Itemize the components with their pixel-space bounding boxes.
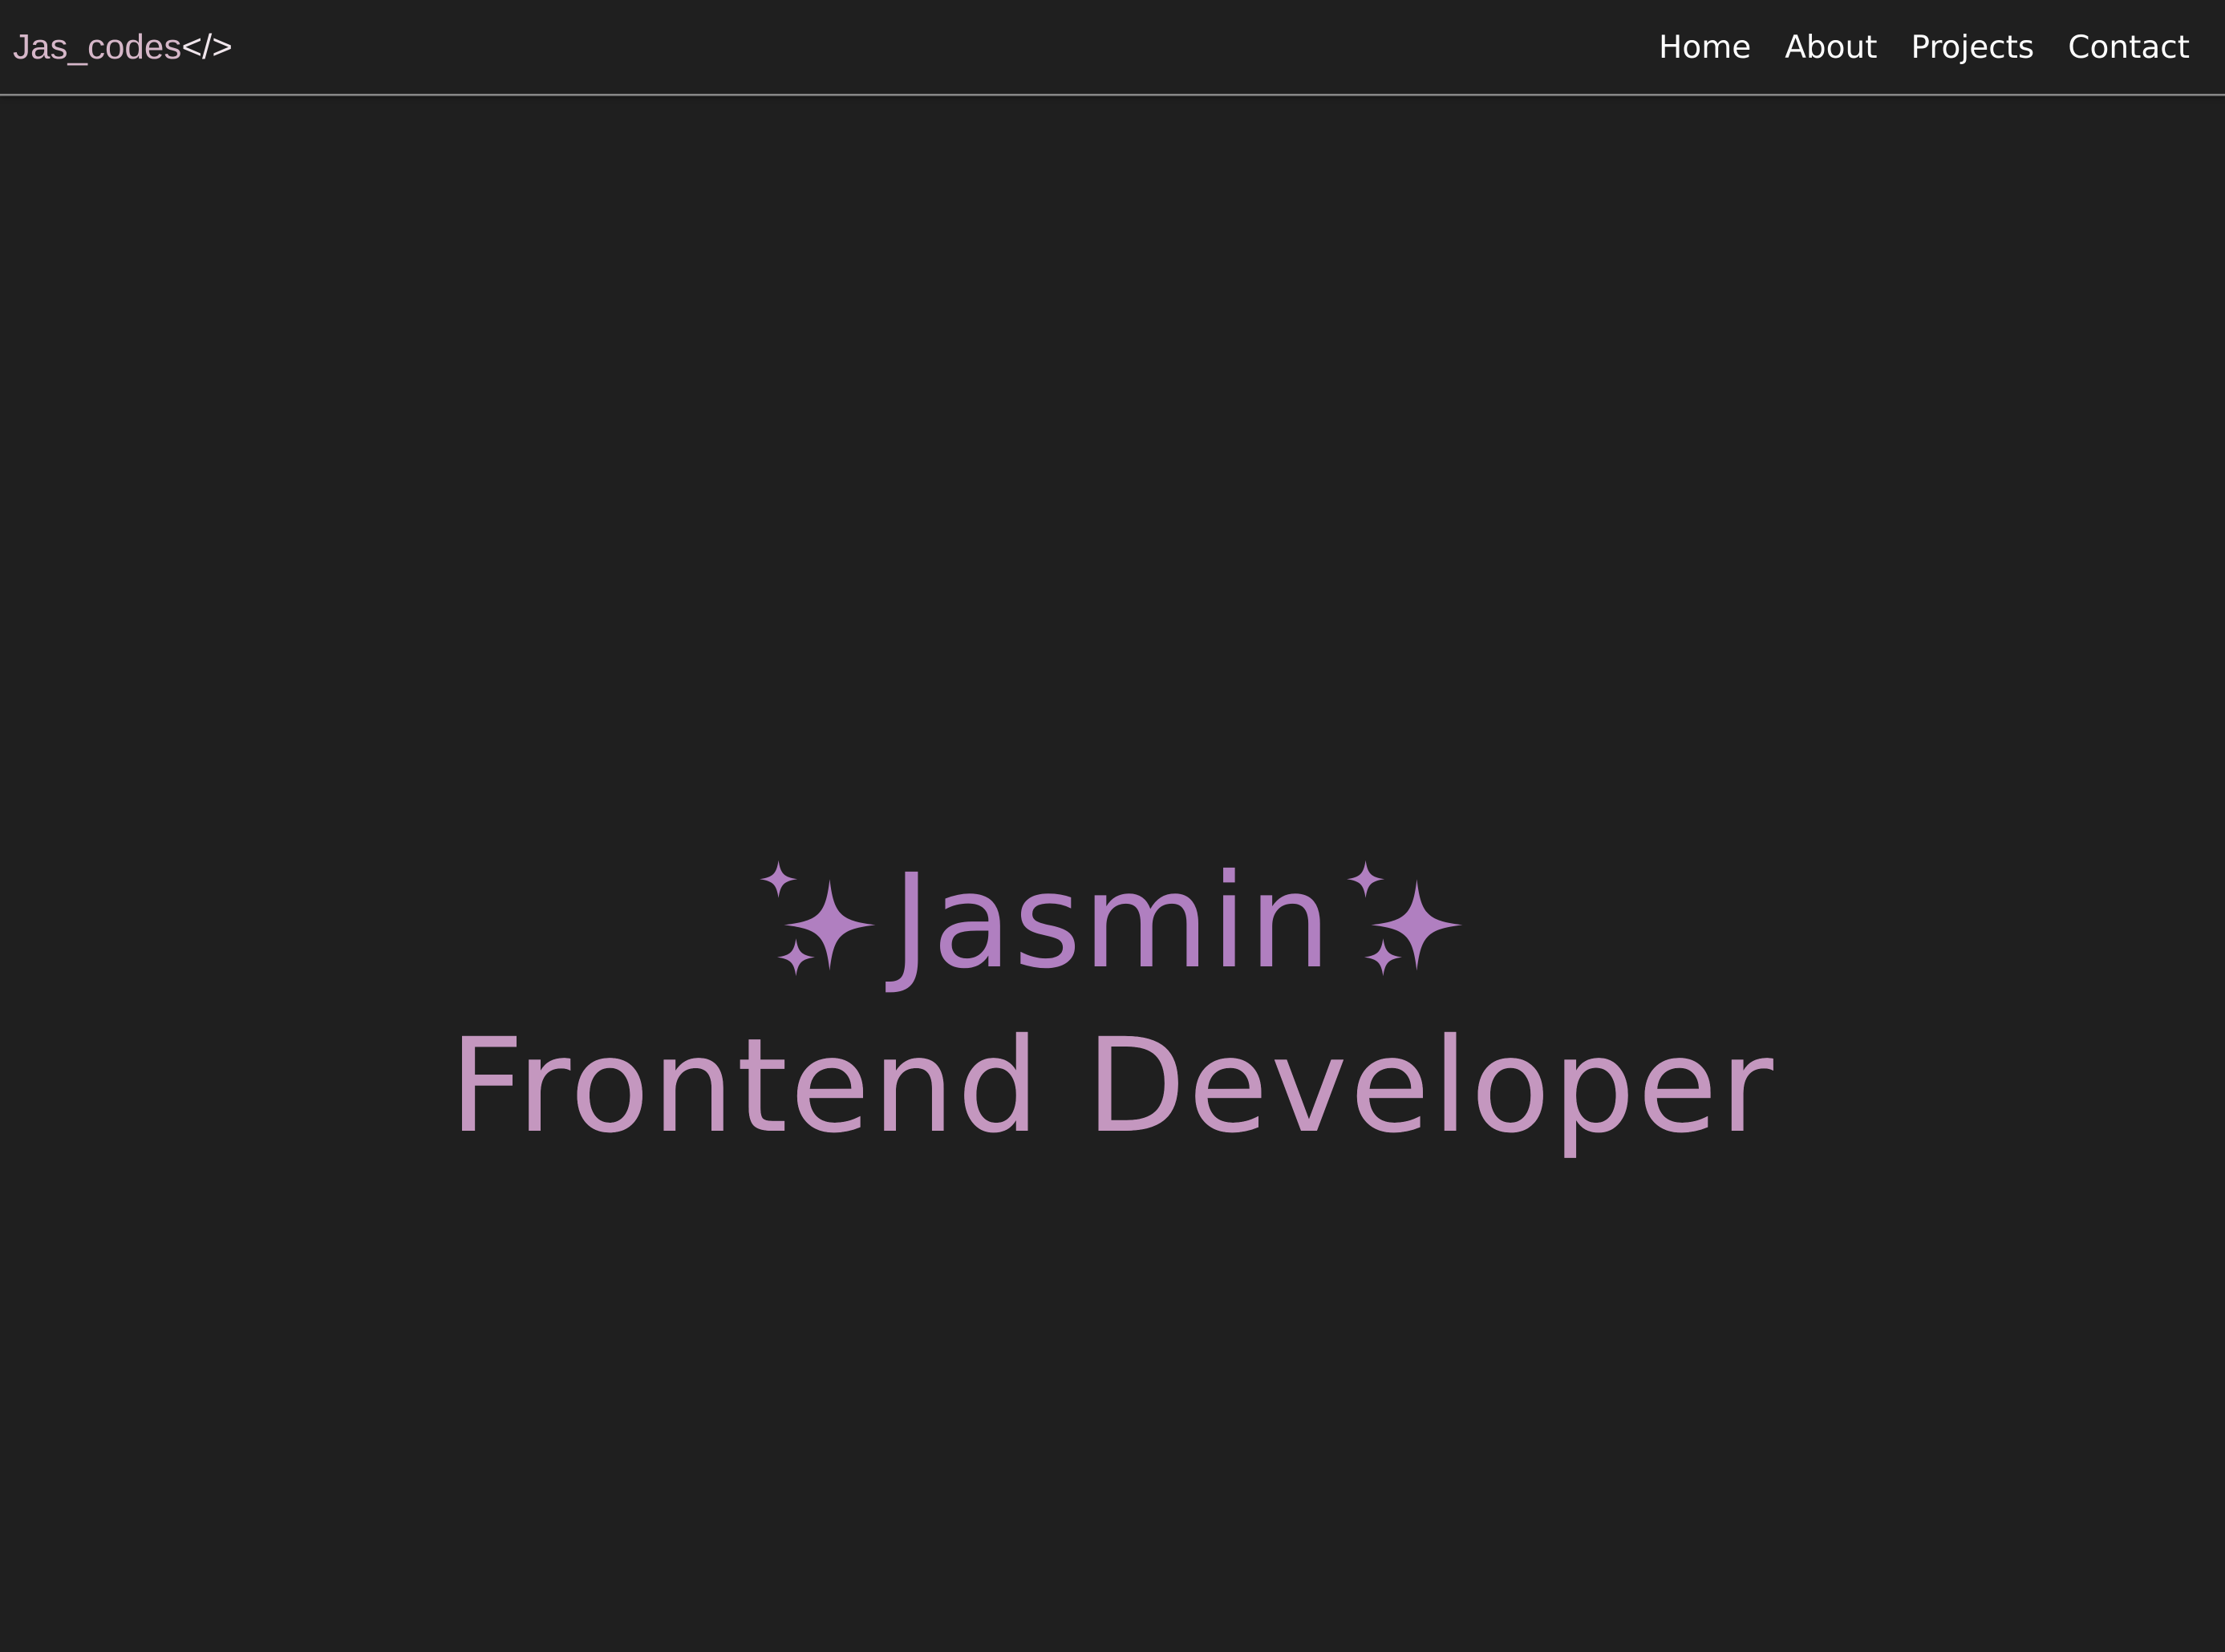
logo-code-tag: </> xyxy=(181,27,233,67)
hero-name-row: Jasmin xyxy=(0,842,2225,1002)
nav-link-about[interactable]: About xyxy=(1785,30,1877,66)
nav-link-contact[interactable]: Contact xyxy=(2068,30,2190,66)
nav-links: Home About Projects Contact xyxy=(1625,21,2190,74)
nav-link-projects[interactable]: Projects xyxy=(1911,30,2035,66)
sparkles-icon xyxy=(1339,855,1473,990)
nav-link-home[interactable]: Home xyxy=(1659,30,1751,66)
hero-name: Jasmin xyxy=(892,847,1333,998)
sparkles-icon xyxy=(752,855,886,990)
navbar-divider xyxy=(0,94,2225,96)
site-logo[interactable]: Jas_codes</> xyxy=(13,21,233,74)
logo-name: Jas_codes xyxy=(13,27,182,67)
hero-title: Frontend Developer xyxy=(0,1002,2225,1171)
hero-section: Jasmin Frontend Developer xyxy=(0,842,2225,1171)
navbar: Jas_codes</> Home About Projects Contact xyxy=(0,0,2225,96)
